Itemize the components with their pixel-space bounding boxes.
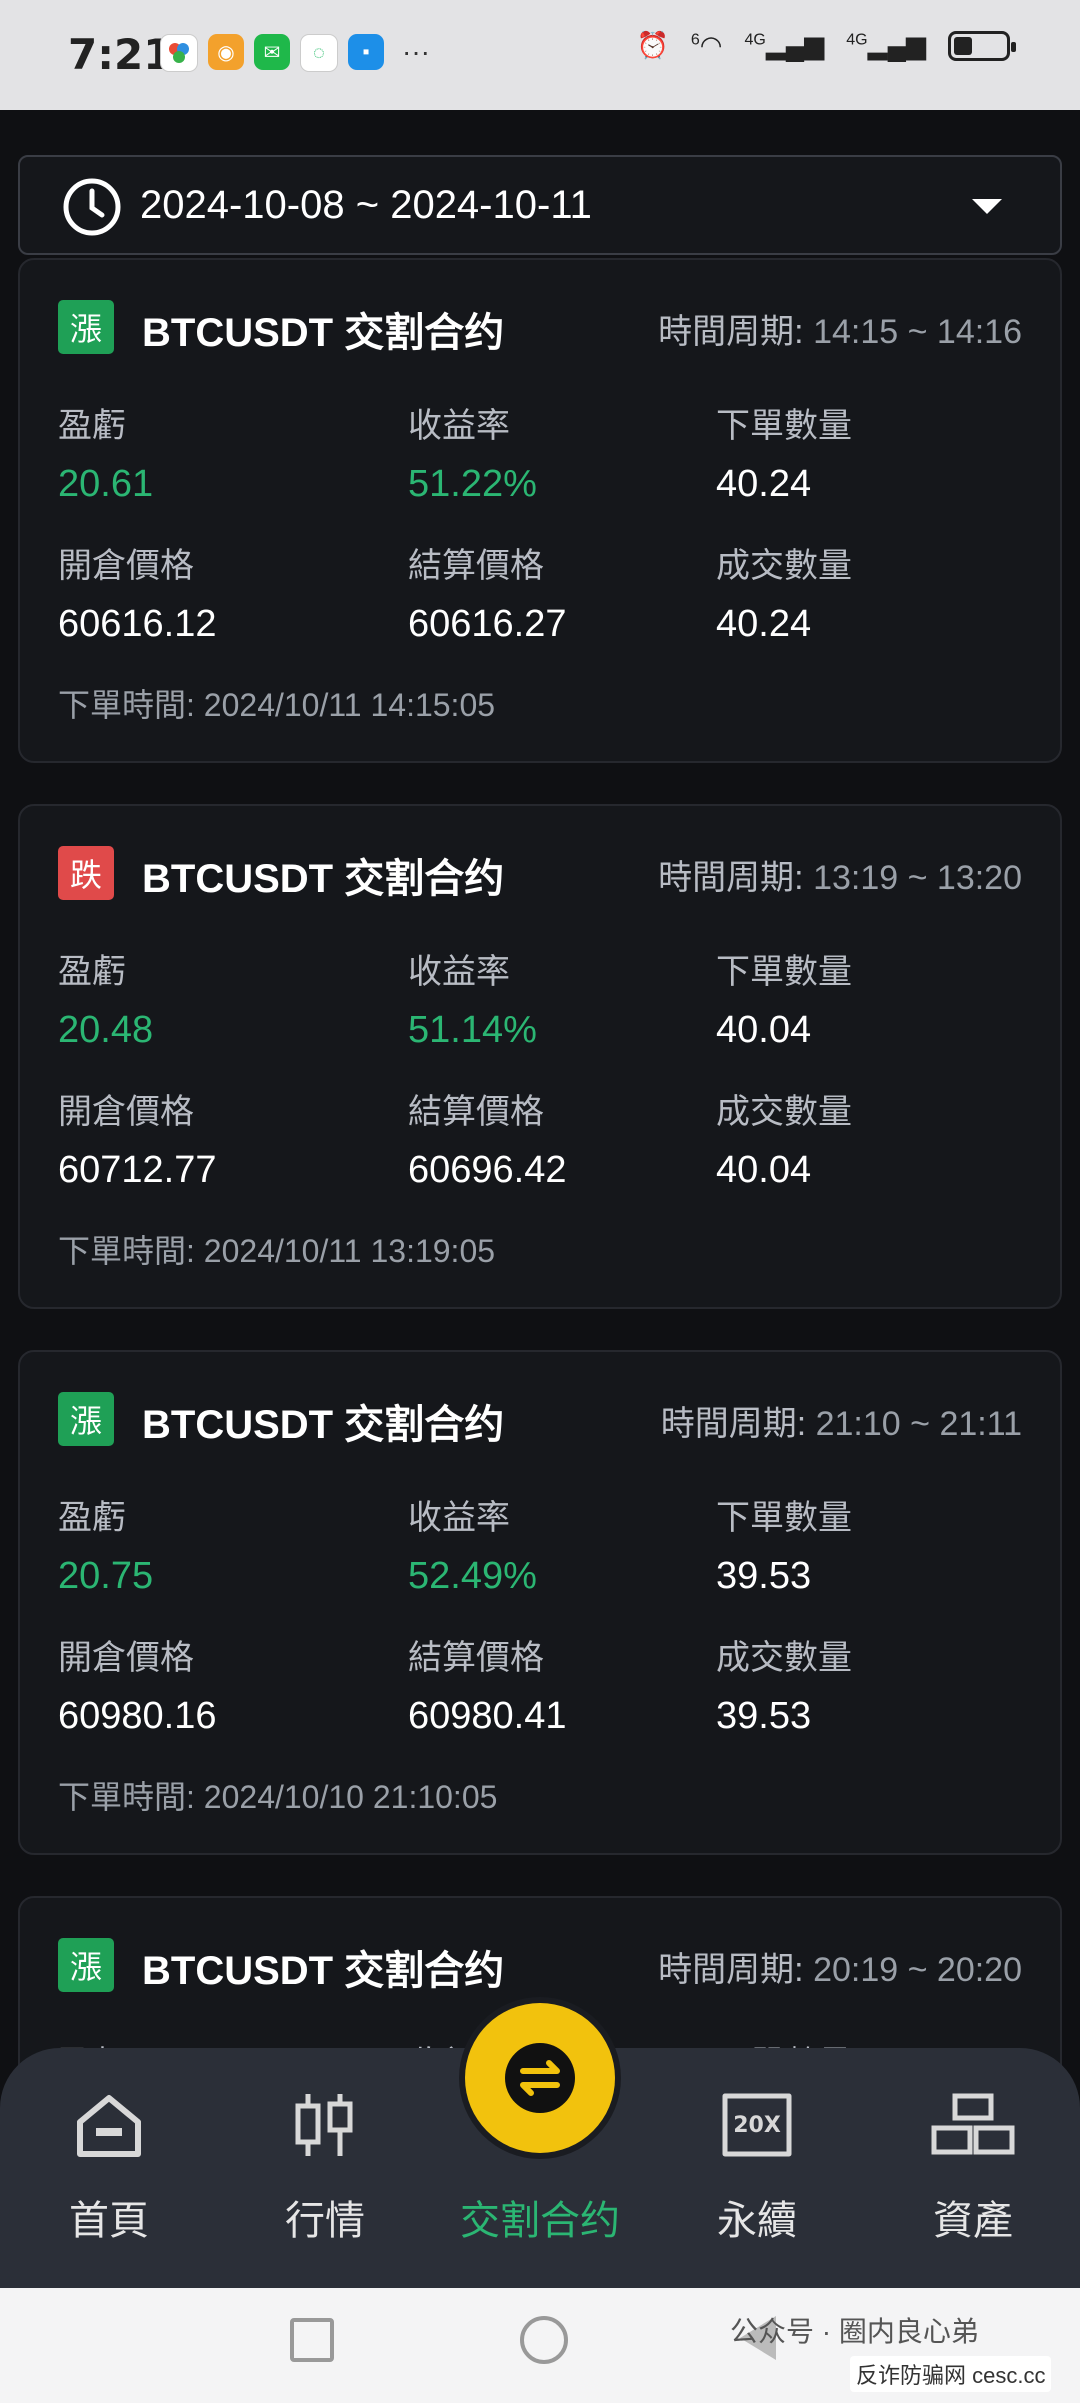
more-notifications-icon: ··· bbox=[402, 36, 430, 67]
order-qty-cell: 下單數量 40.24 bbox=[716, 407, 852, 505]
nav-assets-label: 資產 bbox=[933, 2199, 1013, 2243]
home-icon bbox=[77, 2095, 141, 2157]
yield-value: 51.22% bbox=[408, 463, 537, 505]
message-icon: ▪ bbox=[348, 34, 384, 70]
clock-icon bbox=[63, 178, 121, 236]
yield-cell: 收益率 51.14% bbox=[408, 953, 537, 1051]
pnl-value: 20.48 bbox=[58, 1009, 154, 1051]
settle-price-value: 60616.27 bbox=[408, 603, 567, 645]
order-qty-value: 39.53 bbox=[716, 1555, 812, 1597]
status-time: 7:21 bbox=[68, 30, 173, 79]
candlestick-icon bbox=[295, 2094, 353, 2156]
gold-bars-icon bbox=[931, 2093, 1015, 2155]
wechat-icon: ✉ bbox=[254, 34, 290, 70]
signal-icon: 4G▂▄▆ bbox=[744, 30, 825, 60]
time-period: 時間周期: 14:15 ~ 14:16 bbox=[658, 313, 1022, 351]
nav-home[interactable]: 首頁 bbox=[24, 2048, 194, 2288]
dropdown-caret-icon[interactable] bbox=[972, 199, 1002, 214]
order-time: 下單時間: 2024/10/11 14:15:05 bbox=[58, 687, 496, 723]
order-card[interactable]: 跌 BTCUSDT 交割合约 時間周期: 13:19 ~ 13:20 盈虧 20.… bbox=[18, 804, 1062, 1309]
order-card[interactable]: 漲 BTCUSDT 交割合约 時間周期: 14:15 ~ 14:16 盈虧 20.… bbox=[18, 258, 1062, 763]
pnl-cell: 盈虧 20.75 bbox=[58, 1499, 154, 1597]
notification-icons: ◉ ✉ ◌ ▪ ··· bbox=[160, 34, 430, 72]
open-price-value: 60980.16 bbox=[58, 1695, 217, 1737]
nav-market-label: 行情 bbox=[285, 2199, 365, 2243]
open-price-value: 60712.77 bbox=[58, 1149, 217, 1191]
weibo-icon: ◉ bbox=[208, 34, 244, 70]
contract-symbol: BTCUSDT 交割合约 bbox=[142, 857, 505, 901]
yield-value: 52.49% bbox=[408, 1555, 537, 1597]
signal-icon: 4G▂▄▆ bbox=[846, 30, 926, 60]
direction-tag: 漲 bbox=[58, 1938, 114, 1992]
wifi-icon: 6◠ bbox=[690, 30, 723, 60]
settle-price-value: 60696.42 bbox=[408, 1149, 567, 1191]
direction-tag: 跌 bbox=[58, 846, 114, 900]
nav-perpetual-label: 永續 bbox=[717, 2199, 797, 2243]
status-bar: 7:21 ◉ ✉ ◌ ▪ ··· ⏰ 6◠ 4G▂▄▆ 4G▂▄▆ bbox=[0, 0, 1080, 110]
status-indicators: ⏰ 6◠ 4G▂▄▆ 4G▂▄▆ bbox=[636, 30, 1016, 61]
swap-icon bbox=[505, 2043, 575, 2113]
order-time: 下單時間: 2024/10/11 13:19:05 bbox=[58, 1233, 496, 1269]
app-colorful-icon bbox=[160, 34, 198, 72]
nav-home-label: 首頁 bbox=[69, 2199, 149, 2243]
recent-apps-icon[interactable] bbox=[290, 2318, 334, 2362]
filled-qty-cell: 成交數量 39.53 bbox=[716, 1639, 852, 1737]
delivery-contract-fab[interactable] bbox=[465, 2003, 615, 2153]
order-qty-cell: 下單數量 40.04 bbox=[716, 953, 852, 1051]
direction-tag: 漲 bbox=[58, 1392, 114, 1446]
battery-icon bbox=[948, 30, 1016, 61]
order-qty-value: 40.04 bbox=[716, 1009, 812, 1051]
order-qty-cell: 下單數量 39.53 bbox=[716, 1499, 852, 1597]
settle-price-value: 60980.41 bbox=[408, 1695, 567, 1737]
order-card[interactable]: 漲 BTCUSDT 交割合约 時間周期: 21:10 ~ 21:11 盈虧 20.… bbox=[18, 1350, 1062, 1855]
settle-price-cell: 結算價格 60616.27 bbox=[408, 547, 567, 645]
yield-cell: 收益率 52.49% bbox=[408, 1499, 537, 1597]
leverage-20x-icon: 20X bbox=[722, 2093, 792, 2157]
order-time: 下單時間: 2024/10/10 21:10:05 bbox=[58, 1779, 498, 1815]
yield-value: 51.14% bbox=[408, 1009, 537, 1051]
filled-qty-value: 40.04 bbox=[716, 1149, 812, 1191]
nav-perpetual[interactable]: 20X 永續 bbox=[672, 2048, 842, 2288]
filled-qty-cell: 成交數量 40.04 bbox=[716, 1093, 852, 1191]
filled-qty-value: 39.53 bbox=[716, 1695, 812, 1737]
open-price-cell: 開倉價格 60616.12 bbox=[58, 547, 217, 645]
watermark-site: 反诈防骗网 cesc.cc bbox=[850, 2356, 1052, 2392]
settle-price-cell: 結算價格 60696.42 bbox=[408, 1093, 567, 1191]
settle-price-cell: 結算價格 60980.41 bbox=[408, 1639, 567, 1737]
order-qty-value: 40.24 bbox=[716, 463, 812, 505]
date-range-filter[interactable]: 2024-10-08 ~ 2024-10-11 bbox=[18, 155, 1062, 255]
nav-market[interactable]: 行情 bbox=[240, 2048, 410, 2288]
date-range-text: 2024-10-08 ~ 2024-10-11 bbox=[140, 183, 592, 227]
chat-bubble-icon: ◌ bbox=[300, 34, 338, 72]
pnl-value: 20.61 bbox=[58, 463, 154, 505]
time-period: 時間周期: 13:19 ~ 13:20 bbox=[658, 859, 1022, 897]
pnl-value: 20.75 bbox=[58, 1555, 154, 1597]
open-price-value: 60616.12 bbox=[58, 603, 217, 645]
contract-symbol: BTCUSDT 交割合约 bbox=[142, 311, 505, 355]
time-period: 時間周期: 21:10 ~ 21:11 bbox=[660, 1405, 1022, 1443]
alarm-icon: ⏰ bbox=[636, 30, 669, 60]
open-price-cell: 開倉價格 60712.77 bbox=[58, 1093, 217, 1191]
time-period: 時間周期: 20:19 ~ 20:20 bbox=[658, 1951, 1022, 1989]
filled-qty-cell: 成交數量 40.24 bbox=[716, 547, 852, 645]
contract-symbol: BTCUSDT 交割合约 bbox=[142, 1403, 505, 1447]
direction-tag: 漲 bbox=[58, 300, 114, 354]
filled-qty-value: 40.24 bbox=[716, 603, 812, 645]
open-price-cell: 開倉價格 60980.16 bbox=[58, 1639, 217, 1737]
pnl-cell: 盈虧 20.48 bbox=[58, 953, 154, 1051]
contract-symbol: BTCUSDT 交割合约 bbox=[142, 1949, 505, 1993]
nav-assets[interactable]: 資產 bbox=[888, 2048, 1058, 2288]
watermark-text: 公众号 · 圈内良心弟 bbox=[730, 2316, 979, 2347]
system-nav-bar: 公众号 · 圈内良心弟 反诈防骗网 cesc.cc bbox=[0, 2288, 1080, 2403]
yield-cell: 收益率 51.22% bbox=[408, 407, 537, 505]
nav-delivery-contract-label: 交割合约 bbox=[460, 2199, 620, 2243]
home-circle-icon[interactable] bbox=[520, 2316, 568, 2364]
pnl-cell: 盈虧 20.61 bbox=[58, 407, 154, 505]
svg-text:20X: 20X bbox=[733, 2113, 781, 2138]
